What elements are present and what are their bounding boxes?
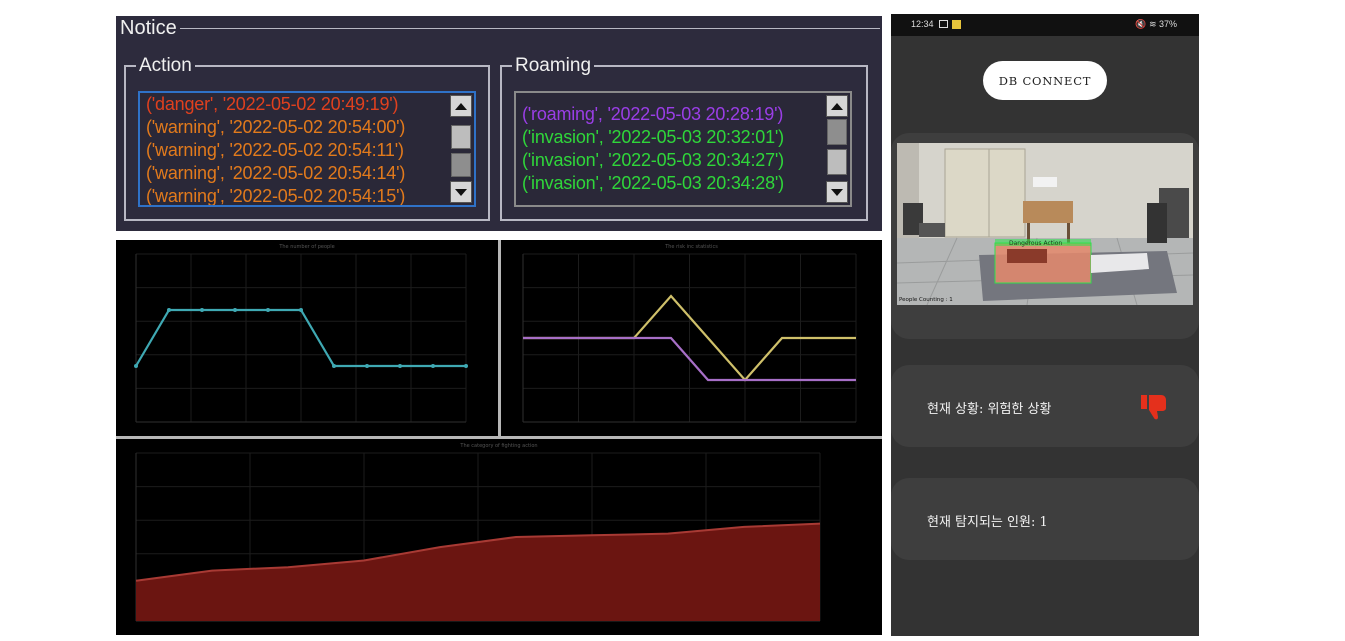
arrow-up-icon: [455, 102, 467, 110]
notice-title: Notice: [117, 16, 180, 40]
data-point: [398, 364, 402, 368]
people-counting-label: People Counting : 1: [899, 297, 953, 303]
detection-label: Dangerous Action: [1009, 240, 1062, 247]
roaming-group: Roaming ('roaming', '2022-05-03 20:28:19…: [500, 54, 868, 221]
scroll-track[interactable]: [826, 117, 848, 181]
action-log-line[interactable]: ('warning', '2022-05-02 20:54:15'): [146, 185, 405, 205]
action-scrollbar[interactable]: [450, 95, 472, 203]
scroll-thumb-shadow: [827, 119, 847, 145]
scroll-up-button[interactable]: [450, 95, 472, 117]
data-point: [200, 308, 204, 312]
data-point: [431, 364, 435, 368]
roaming-listbox[interactable]: ('roaming', '2022-05-03 20:28:19') ('inva…: [514, 91, 852, 207]
roaming-title: Roaming: [512, 54, 595, 78]
roaming-log-line[interactable]: ('roaming', '2022-05-03 20:28:19'): [522, 103, 784, 126]
data-point: [134, 364, 138, 368]
risk-chart-svg: The risk inc statistics: [522, 244, 857, 423]
arrow-down-icon: [455, 188, 467, 196]
data-point: [332, 364, 336, 368]
fighting-chart-svg: The category of fighting action: [135, 443, 821, 622]
status-card: 현재 상황: 위험한 상황: [891, 365, 1199, 447]
status-time: 12:34: [911, 19, 934, 29]
data-point: [167, 308, 171, 312]
action-log-line[interactable]: ('warning', '2022-05-02 20:54:00'): [146, 116, 405, 139]
chart-title: The number of people: [278, 244, 334, 250]
action-list: ('danger', '2022-05-02 20:49:19') ('warni…: [146, 93, 405, 205]
data-point: [464, 364, 468, 368]
action-title: Action: [136, 54, 195, 78]
db-connect-button[interactable]: DB CONNECT: [983, 61, 1107, 100]
action-log-line[interactable]: ('warning', '2022-05-02 20:54:11'): [146, 139, 405, 162]
roaming-list: ('roaming', '2022-05-03 20:28:19') ('inva…: [522, 103, 784, 195]
roaming-log-line[interactable]: ('invasion', '2022-05-03 20:34:27'): [522, 149, 784, 172]
data-point: [365, 364, 369, 368]
scroll-thumb[interactable]: [827, 149, 847, 175]
detected-count-text: 현재 탐지되는 인원: 1: [927, 515, 1048, 530]
camera-feed-scene: Dangerous Action People Counting : 1: [897, 143, 1193, 305]
scroll-up-button[interactable]: [826, 95, 848, 117]
chart-title: The category of fighting action: [459, 443, 537, 449]
scroll-thumb[interactable]: [451, 125, 471, 149]
notice-panel: Notice Action ('danger', '2022-05-02 20:…: [116, 16, 882, 231]
camera-feed: Dangerous Action People Counting : 1: [897, 143, 1193, 305]
people-chart: The number of people: [116, 240, 498, 436]
count-card: 현재 탐지되는 인원: 1: [891, 478, 1199, 560]
data-point: [233, 308, 237, 312]
data-point: [299, 308, 303, 312]
status-bar: 12:34 🔇 ≋ 37%: [891, 14, 1199, 36]
action-listbox[interactable]: ('danger', '2022-05-02 20:49:19') ('warni…: [138, 91, 476, 207]
status-indicators: 🔇 ≋ 37%: [1135, 19, 1177, 29]
scroll-track[interactable]: [450, 117, 472, 181]
notification-icon: [952, 20, 961, 29]
video-card: Dangerous Action People Counting : 1: [891, 133, 1199, 339]
arrow-up-icon: [831, 102, 843, 110]
fighting-chart: The category of fighting action: [116, 439, 882, 635]
phone-screen: 12:34 🔇 ≋ 37% DB CONNECT Dangerous Actio…: [891, 14, 1199, 636]
data-point: [266, 308, 270, 312]
roaming-scrollbar[interactable]: [826, 95, 848, 203]
gallery-icon: [939, 20, 948, 28]
thumbs-down-icon: [1141, 395, 1166, 420]
roaming-log-line[interactable]: ('invasion', '2022-05-03 20:34:28'): [522, 172, 784, 195]
action-group: Action ('danger', '2022-05-02 20:49:19')…: [124, 54, 490, 221]
roaming-log-line[interactable]: ('invasion', '2022-05-03 20:32:01'): [522, 126, 784, 149]
scroll-thumb-shadow: [451, 153, 471, 177]
action-log-line[interactable]: ('danger', '2022-05-02 20:49:19'): [146, 93, 405, 116]
scroll-down-button[interactable]: [450, 181, 472, 203]
risk-chart: The risk inc statistics: [501, 240, 882, 436]
chart-title: The risk inc statistics: [664, 244, 718, 250]
arrow-down-icon: [831, 188, 843, 196]
current-status-text: 현재 상황: 위험한 상황: [927, 402, 1052, 417]
action-log-line[interactable]: ('warning', '2022-05-02 20:54:14'): [146, 162, 405, 185]
people-chart-svg: The number of people: [134, 244, 468, 423]
scroll-down-button[interactable]: [826, 181, 848, 203]
